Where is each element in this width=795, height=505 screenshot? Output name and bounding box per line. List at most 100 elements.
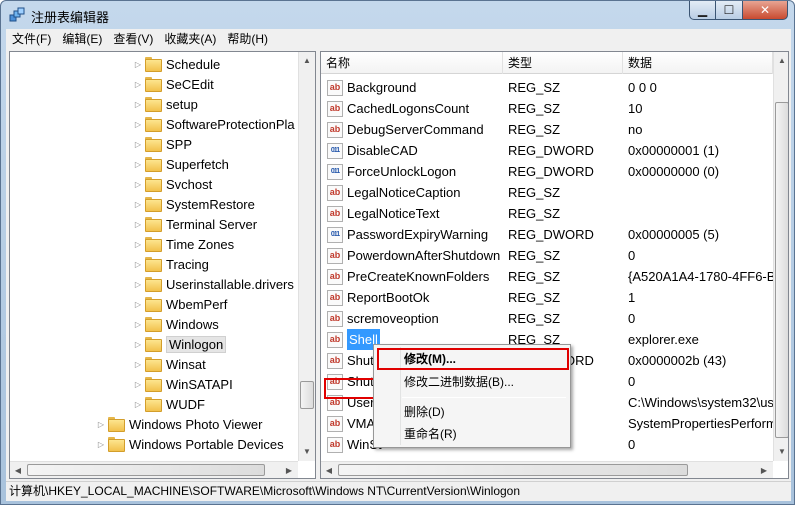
tree-item[interactable]: ▷ SystemRestore — [133, 194, 255, 214]
tree-item[interactable]: ▷ WinSATAPI — [133, 374, 233, 394]
menu-edit[interactable]: 编辑(E) — [56, 29, 107, 49]
expand-arrow-icon[interactable]: ▷ — [133, 280, 143, 289]
scroll-up-icon[interactable]: ▲ — [774, 52, 788, 68]
expand-arrow-icon[interactable]: ▷ — [133, 240, 143, 249]
tree-item[interactable]: ▷ Tracing — [133, 254, 209, 274]
maximize-button[interactable]: ☐ — [716, 1, 743, 20]
column-header-type[interactable]: 类型 — [503, 52, 623, 74]
menu-help[interactable]: 帮助(H) — [221, 29, 273, 49]
tree-item[interactable]: ▷ Time Zones — [133, 234, 234, 254]
context-menu: 修改(M)... 修改二进制数据(B)... 删除(D) 重命名(R) — [373, 344, 571, 448]
value-data: 0 0 0 — [628, 80, 657, 95]
regedit-window: 注册表编辑器 ▁ ☐ ✕ 文件(F) 编辑(E) 查看(V) 收藏夹(A) 帮助… — [0, 0, 795, 505]
value-row[interactable]: ab DebugServerCommand REG_SZ no — [321, 119, 773, 140]
expand-arrow-icon[interactable]: ▷ — [133, 180, 143, 189]
tree-item-label: Winsat — [166, 356, 206, 372]
title-bar[interactable]: 注册表编辑器 ▁ ☐ ✕ — [1, 1, 794, 29]
menu-favorites[interactable]: 收藏夹(A) — [158, 29, 221, 49]
value-row[interactable]: 011 ForceUnlockLogon REG_DWORD 0x00000000 (… — [321, 161, 773, 182]
column-header-name[interactable]: 名称 — [321, 52, 503, 74]
tree-item[interactable]: ▷ Superfetch — [133, 154, 229, 174]
list-horizontal-scrollbar[interactable]: ◀ ▶ — [321, 461, 773, 478]
expand-arrow-icon[interactable]: ▷ — [133, 320, 143, 329]
tree-item-label: Terminal Server — [166, 216, 258, 232]
value-name-cell: 011 ForceUnlockLogon — [327, 161, 503, 182]
column-header-data[interactable]: 数据 — [623, 52, 773, 74]
tree-item[interactable]: ▷ setup — [133, 94, 198, 114]
expand-arrow-icon[interactable]: ▷ — [96, 440, 106, 449]
value-row[interactable]: ab Background REG_SZ 0 0 0 — [321, 77, 773, 98]
scroll-down-icon[interactable]: ▼ — [774, 443, 788, 459]
tree-item[interactable]: ▷ SeCEdit — [133, 74, 214, 94]
tree-scroll-thumb[interactable] — [300, 381, 314, 409]
value-row[interactable]: 011 PasswordExpiryWarning REG_DWORD 0x00000… — [321, 224, 773, 245]
tree-item[interactable]: ▷ Windows Portable Devices — [96, 434, 284, 454]
value-data — [628, 182, 773, 203]
expand-arrow-icon[interactable]: ▷ — [133, 400, 143, 409]
folder-icon — [145, 277, 162, 292]
string-value-icon: ab — [327, 415, 343, 432]
value-name: DebugServerCommand — [347, 122, 484, 137]
tree-item[interactable]: ▷ Winlogon — [133, 334, 227, 354]
tree-item[interactable]: ▷ Terminal Server — [133, 214, 257, 234]
tree-vertical-scrollbar[interactable]: ▲ ▼ — [298, 52, 315, 461]
tree-item[interactable]: ▷ SoftwareProtectionPla — [133, 114, 295, 134]
value-name-cell: ab PowerdownAfterShutdown — [327, 245, 503, 266]
scroll-right-icon[interactable]: ▶ — [281, 462, 297, 478]
expand-arrow-icon[interactable]: ▷ — [133, 120, 143, 129]
expand-arrow-icon[interactable]: ▷ — [133, 220, 143, 229]
scroll-down-icon[interactable]: ▼ — [299, 443, 315, 459]
folder-icon — [145, 217, 162, 232]
expand-arrow-icon[interactable]: ▷ — [133, 380, 143, 389]
tree-item[interactable]: ▷ Windows — [133, 314, 219, 334]
expand-arrow-icon[interactable]: ▷ — [133, 80, 143, 89]
close-button[interactable]: ✕ — [743, 1, 788, 20]
scroll-left-icon[interactable]: ◀ — [10, 462, 26, 478]
scroll-right-icon[interactable]: ▶ — [756, 462, 772, 478]
list-hscroll-thumb[interactable] — [338, 464, 688, 476]
tree-item[interactable]: ▷ WUDF — [133, 394, 205, 414]
expand-arrow-icon[interactable]: ▷ — [133, 260, 143, 269]
tree-item-label: Windows Photo Viewer — [129, 416, 263, 432]
value-row[interactable]: ab PreCreateKnownFolders REG_SZ {A520A1A4-1… — [321, 266, 773, 287]
tree-item[interactable]: ▷ Windows Photo Viewer — [96, 414, 262, 434]
value-type: REG_SZ — [508, 185, 561, 200]
tree-item[interactable]: ▷ Schedule — [133, 54, 220, 74]
value-row[interactable]: 011 DisableCAD REG_DWORD 0x00000001 (1) — [321, 140, 773, 161]
value-row[interactable]: ab ReportBootOk REG_SZ 1 — [321, 287, 773, 308]
expand-arrow-icon[interactable]: ▷ — [133, 160, 143, 169]
menu-view[interactable]: 查看(V) — [107, 29, 158, 49]
tree-item[interactable]: ▷ Winsat — [133, 354, 206, 374]
menu-modify-binary[interactable]: 修改二进制数据(B)... — [404, 371, 514, 393]
tree-item[interactable]: ▷ Svchost — [133, 174, 212, 194]
list-scroll-thumb[interactable] — [775, 102, 788, 438]
tree-item[interactable]: ▷ WbemPerf — [133, 294, 227, 314]
list-vertical-scrollbar[interactable]: ▲ ▼ — [773, 52, 788, 461]
value-row[interactable]: ab LegalNoticeText REG_SZ — [321, 203, 773, 224]
value-row[interactable]: ab LegalNoticeCaption REG_SZ — [321, 182, 773, 203]
scroll-up-icon[interactable]: ▲ — [299, 52, 315, 68]
expand-arrow-icon[interactable]: ▷ — [96, 420, 106, 429]
minimize-button[interactable]: ▁ — [689, 1, 716, 20]
expand-arrow-icon[interactable]: ▷ — [133, 100, 143, 109]
tree-horizontal-scrollbar[interactable]: ◀ ▶ — [10, 461, 298, 478]
tree-item[interactable]: ▷ SPP — [133, 134, 192, 154]
tree-item[interactable]: ▷ Userinstallable.drivers — [133, 274, 294, 294]
value-name-cell: 011 DisableCAD — [327, 140, 503, 161]
expand-arrow-icon[interactable]: ▷ — [133, 340, 143, 349]
menu-file[interactable]: 文件(F) — [6, 29, 56, 49]
expand-arrow-icon[interactable]: ▷ — [133, 300, 143, 309]
tree-item-label: WinSATAPI — [166, 376, 233, 392]
expand-arrow-icon[interactable]: ▷ — [133, 200, 143, 209]
scroll-left-icon[interactable]: ◀ — [321, 462, 337, 478]
tree-hscroll-thumb[interactable] — [27, 464, 265, 476]
menu-rename[interactable]: 重命名(R) — [404, 423, 457, 445]
value-row[interactable]: ab scremoveoption REG_SZ 0 — [321, 308, 773, 329]
value-row[interactable]: ab PowerdownAfterShutdown REG_SZ 0 — [321, 245, 773, 266]
value-row[interactable]: ab CachedLogonsCount REG_SZ 10 — [321, 98, 773, 119]
value-name: PowerdownAfterShutdown — [347, 248, 501, 263]
expand-arrow-icon[interactable]: ▷ — [133, 360, 143, 369]
menu-delete[interactable]: 删除(D) — [404, 401, 445, 423]
expand-arrow-icon[interactable]: ▷ — [133, 140, 143, 149]
expand-arrow-icon[interactable]: ▷ — [133, 60, 143, 69]
